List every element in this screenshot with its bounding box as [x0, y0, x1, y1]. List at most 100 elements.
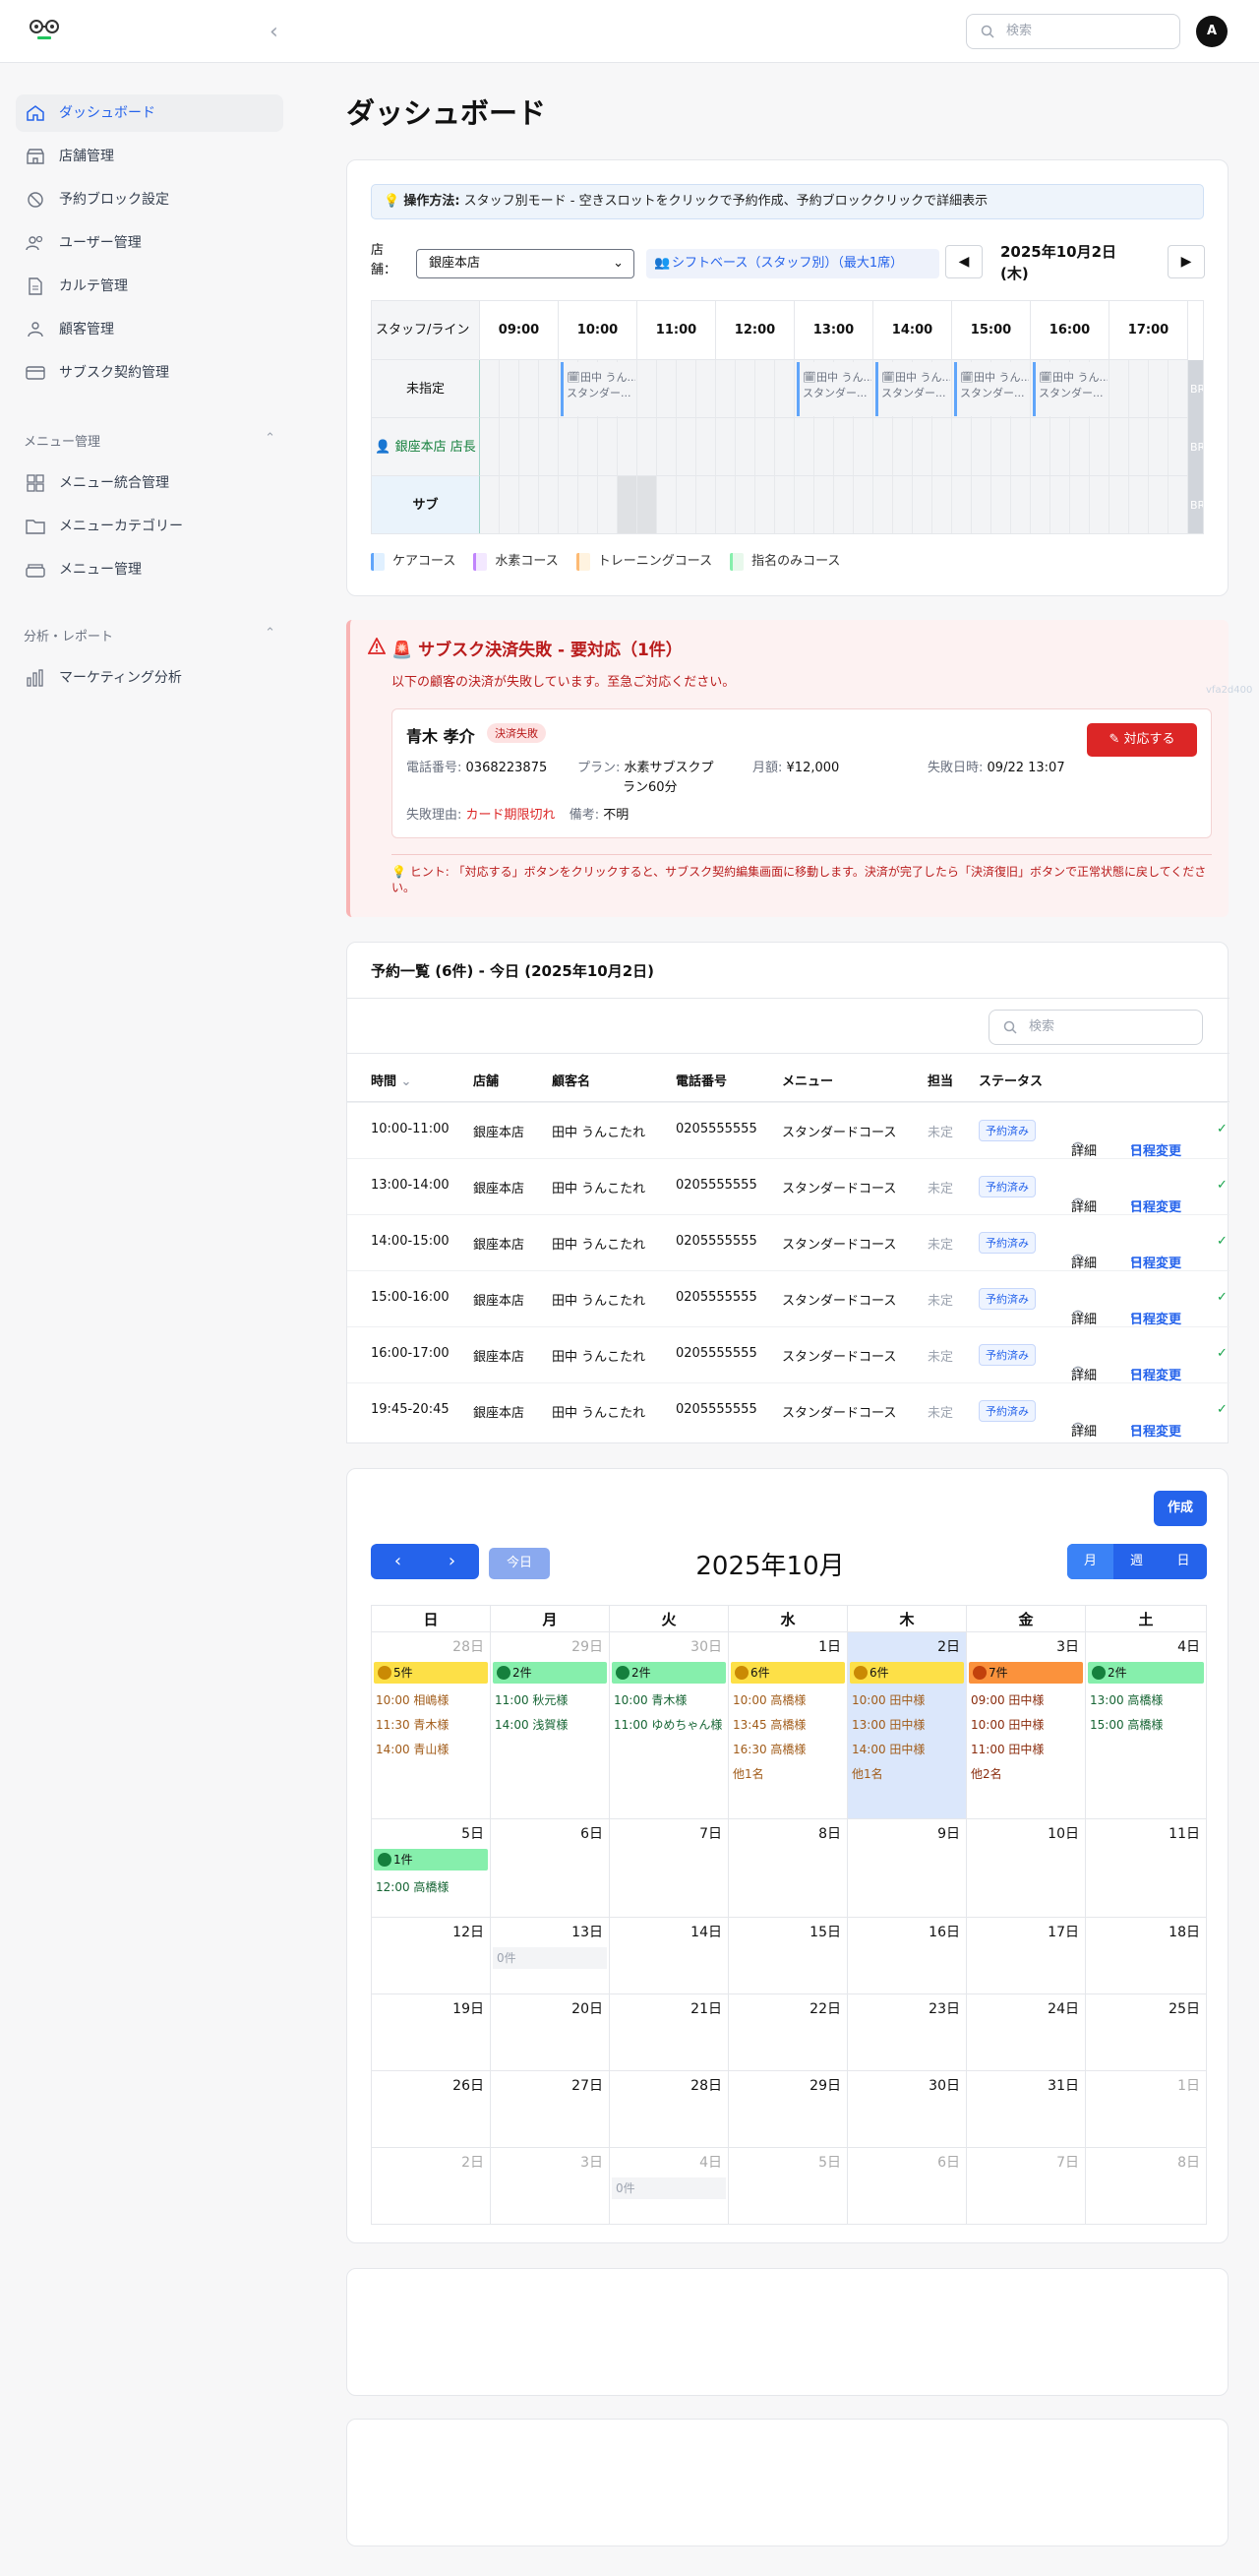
calendar-day-cell[interactable]: 3日 7件 09:00 田中様 10:00 田中様 11:00 田中様 他2名 — [967, 1632, 1086, 1819]
calendar-day-cell[interactable]: 8日 — [729, 1819, 848, 1918]
time-slot[interactable] — [1050, 418, 1070, 476]
calendar-day-cell[interactable]: 15日 — [729, 1918, 848, 1994]
time-slot[interactable] — [814, 476, 834, 533]
time-slot[interactable] — [775, 360, 795, 418]
time-slot[interactable] — [795, 476, 814, 533]
calendar-event[interactable]: 13:00 高橋様 — [1090, 1691, 1206, 1708]
check-icon[interactable]: ✓ — [1217, 1290, 1228, 1305]
sidebar-item-dashboard[interactable]: ダッシュボード — [16, 94, 283, 132]
time-slot[interactable] — [519, 418, 539, 476]
time-slot[interactable] — [657, 476, 677, 533]
time-slot[interactable] — [834, 476, 854, 533]
calendar-event[interactable]: 14:00 青山様 — [376, 1741, 490, 1757]
time-slot[interactable] — [519, 476, 539, 533]
time-slot[interactable] — [1070, 476, 1090, 533]
check-icon[interactable]: ✓ — [1217, 1234, 1228, 1249]
create-button[interactable]: 作成 — [1154, 1491, 1207, 1526]
time-slot[interactable] — [775, 418, 795, 476]
calendar-event[interactable]: 13:45 高橋様 — [733, 1716, 847, 1733]
time-slot[interactable] — [539, 476, 559, 533]
time-slot[interactable] — [873, 476, 893, 533]
time-slot[interactable] — [1129, 360, 1149, 418]
time-slot[interactable] — [913, 418, 932, 476]
time-slot[interactable] — [618, 476, 637, 533]
time-slot[interactable] — [1090, 476, 1109, 533]
time-slot[interactable] — [775, 476, 795, 533]
reservation-block[interactable]: 🗓田中 うん... スタンダー... — [875, 362, 950, 416]
shift-mode-toggle[interactable]: 👥 シフトベース（スタッフ別）（最大1席） — [646, 249, 939, 278]
time-slot[interactable] — [677, 418, 696, 476]
time-slot[interactable] — [854, 418, 873, 476]
today-button[interactable]: 今日 — [489, 1548, 550, 1579]
calendar-day-cell[interactable]: 5日 — [729, 2148, 848, 2225]
time-slot[interactable] — [598, 418, 618, 476]
analytics-section-header[interactable]: 分析・レポート ⌃ — [24, 626, 275, 644]
time-slot[interactable] — [1011, 418, 1031, 476]
time-slot[interactable] — [1149, 418, 1169, 476]
calendar-event[interactable]: 10:00 相嶋様 — [376, 1691, 490, 1708]
time-slot[interactable] — [539, 360, 559, 418]
time-slot[interactable] — [736, 360, 755, 418]
sidebar-item-menu-categories[interactable]: メニューカテゴリー — [16, 508, 283, 545]
calendar-day-cell[interactable]: 18日 — [1086, 1918, 1207, 1994]
calendar-event[interactable]: 11:00 田中様 — [971, 1741, 1085, 1757]
calendar-day-cell[interactable]: 23日 — [848, 1994, 967, 2071]
time-slot[interactable] — [893, 476, 913, 533]
next-day-button[interactable]: ▶ — [1168, 245, 1205, 278]
reservation-count-badge[interactable]: 5件 — [374, 1662, 488, 1684]
calendar-day-cell[interactable]: 3日 — [491, 2148, 610, 2225]
calendar-event[interactable]: 10:00 田中様 — [971, 1716, 1085, 1733]
time-slot[interactable] — [480, 360, 500, 418]
calendar-event[interactable]: 他1名 — [733, 1765, 847, 1782]
calendar-day-cell[interactable]: 13日 0件 — [491, 1918, 610, 1994]
calendar-day-cell[interactable]: 22日 — [729, 1994, 848, 2071]
sidebar-item-stores[interactable]: 店舗管理 — [16, 138, 283, 175]
sidebar-item-menu-integrated[interactable]: メニュー統合管理 — [16, 464, 283, 502]
time-slot[interactable] — [873, 418, 893, 476]
check-icon[interactable]: ✓ — [1217, 1122, 1228, 1136]
reservation-count-badge[interactable]: 2件 — [1088, 1662, 1204, 1684]
calendar-day-cell[interactable]: 6日 — [848, 2148, 967, 2225]
time-slot[interactable] — [1109, 476, 1129, 533]
time-slot[interactable] — [1129, 476, 1149, 533]
calendar-event[interactable]: 12:00 高橋様 — [376, 1878, 490, 1895]
calendar-day-cell[interactable]: 12日 — [371, 1918, 491, 1994]
time-slot[interactable] — [677, 360, 696, 418]
calendar-day-cell[interactable]: 2日 6件 10:00 田中様 13:00 田中様 14:00 田中様 他1名 — [848, 1632, 967, 1819]
time-slot[interactable] — [696, 418, 716, 476]
check-icon[interactable]: ✓ — [1217, 1178, 1228, 1193]
time-slot[interactable] — [598, 476, 618, 533]
time-slot[interactable] — [519, 360, 539, 418]
reservation-count-badge[interactable]: 1件 — [374, 1849, 488, 1871]
sidebar-item-users[interactable]: ユーザー管理 — [16, 224, 283, 262]
calendar-day-cell[interactable]: 14日 — [610, 1918, 729, 1994]
time-slot[interactable] — [1169, 418, 1188, 476]
calendar-day-cell[interactable]: 31日 — [967, 2071, 1086, 2148]
calendar-event[interactable]: 他1名 — [852, 1765, 966, 1782]
time-slot[interactable] — [1149, 360, 1169, 418]
calendar-day-cell[interactable]: 29日 2件 11:00 秋元様 14:00 浅賀様 — [491, 1632, 610, 1819]
calendar-day-cell[interactable]: 10日 — [967, 1819, 1086, 1918]
reservations-search-input[interactable]: 検索 — [989, 1010, 1203, 1045]
calendar-event[interactable]: 14:00 浅賀様 — [495, 1716, 609, 1733]
time-slot[interactable] — [480, 418, 500, 476]
calendar-event[interactable]: 15:00 高橋様 — [1090, 1716, 1206, 1733]
chevron-right-icon[interactable]: › — [425, 1544, 479, 1579]
time-slot[interactable] — [755, 418, 775, 476]
reservation-count-badge[interactable]: 6件 — [850, 1662, 964, 1684]
time-slot[interactable] — [932, 476, 952, 533]
reservation-block[interactable]: 🗓田中 うん... スタンダー... — [954, 362, 1029, 416]
reservation-block[interactable]: 🗓田中 うん... スタンダー... — [1033, 362, 1108, 416]
calendar-day-cell[interactable]: 9日 — [848, 1819, 967, 1918]
time-slot[interactable] — [1169, 360, 1188, 418]
chevron-left-icon[interactable]: ‹ — [371, 1544, 425, 1579]
time-slot[interactable] — [1169, 476, 1188, 533]
calendar-day-cell[interactable]: 19日 — [371, 1994, 491, 2071]
time-slot[interactable] — [854, 476, 873, 533]
sidebar-item-marketing[interactable]: マーケティング分析 — [16, 659, 283, 697]
reservation-count-badge[interactable]: 6件 — [731, 1662, 845, 1684]
time-slot[interactable] — [559, 418, 578, 476]
reservation-count-badge[interactable]: 2件 — [493, 1662, 607, 1684]
sidebar-item-booking-blocks[interactable]: 予約ブロック設定 — [16, 181, 283, 218]
calendar-event[interactable]: 13:00 田中様 — [852, 1716, 966, 1733]
